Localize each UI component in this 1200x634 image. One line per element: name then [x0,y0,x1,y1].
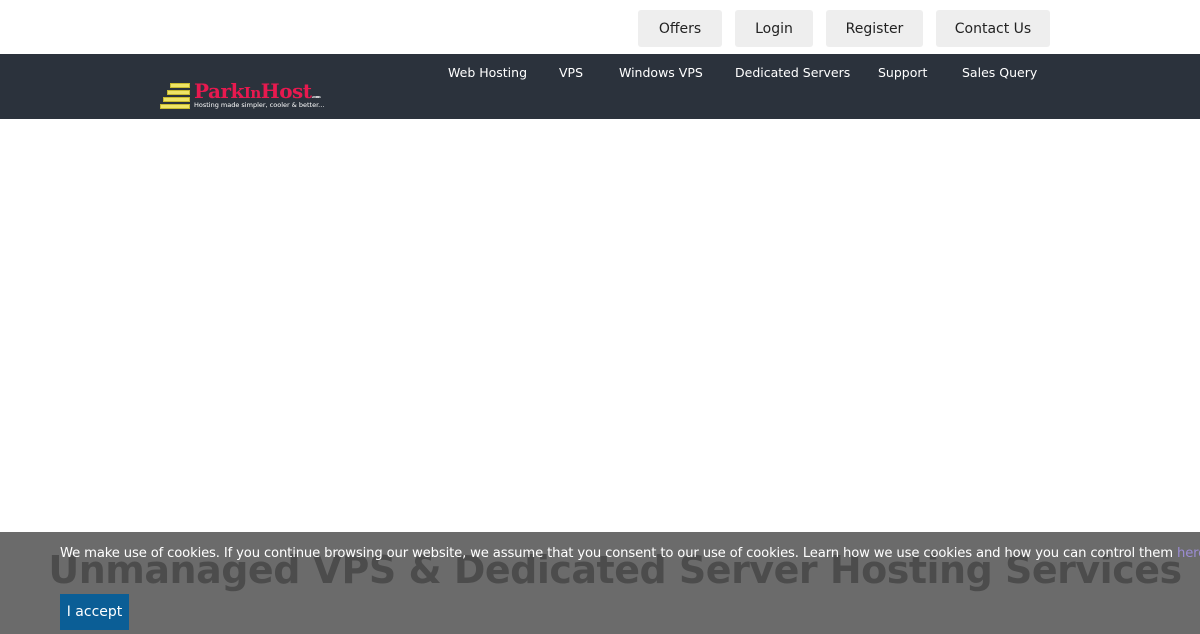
nav-vps[interactable]: VPS [559,65,583,80]
nav-support[interactable]: Support [878,65,927,80]
nav-sales-query[interactable]: Sales Query [962,65,1037,80]
accept-cookies-button[interactable]: I accept [60,594,129,630]
login-button[interactable]: Login [735,10,813,47]
cookie-policy-link[interactable]: here [1177,546,1200,561]
main-navbar: ParkInHost.com Hosting made simpler, coo… [0,54,1200,119]
logo-tagline: Hosting made simpler, cooler & better... [194,101,325,109]
cookie-message: We make use of cookies. If you continue … [60,546,1200,561]
nav-windows-vps[interactable]: Windows VPS [619,65,703,80]
cookie-banner: We make use of cookies. If you continue … [0,532,1200,634]
offers-button[interactable]: Offers [638,10,722,47]
contact-us-button[interactable]: Contact Us [936,10,1050,47]
parkinhost-logo[interactable]: ParkInHost.com Hosting made simpler, coo… [160,80,325,112]
top-bar: Offers Login Register Contact Us [0,0,1200,54]
nav-dedicated-servers[interactable]: Dedicated Servers [735,65,850,80]
nav-web-hosting[interactable]: Web Hosting [448,65,527,80]
register-button[interactable]: Register [826,10,923,47]
